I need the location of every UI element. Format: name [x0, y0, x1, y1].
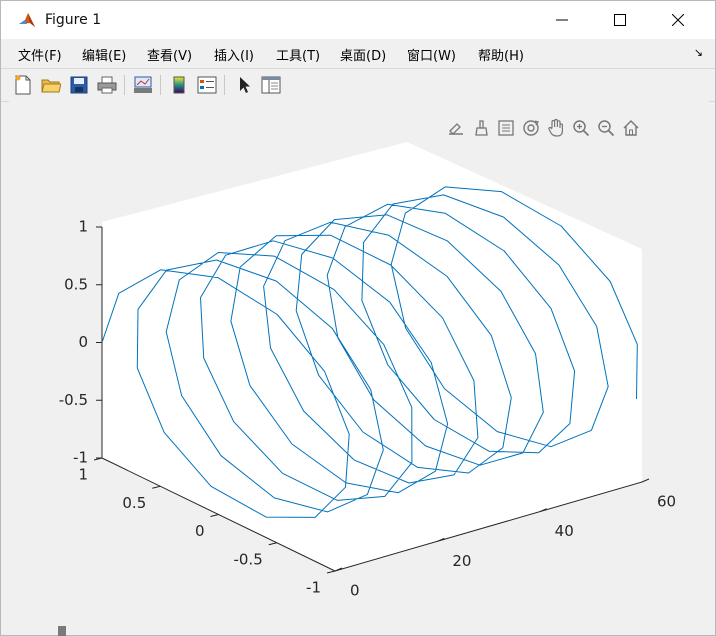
menu-help[interactable]: 帮助(H) [478, 45, 524, 64]
pan-icon[interactable] [545, 117, 567, 139]
zoom-out-icon[interactable] [595, 117, 617, 139]
dock-arrow-icon[interactable]: ↘ [694, 46, 703, 59]
y-tick-label: 1 [78, 466, 88, 484]
maximize-button[interactable] [591, 1, 649, 39]
menu-edit[interactable]: 编辑(E) [82, 45, 126, 64]
z-tick-label: 0.5 [64, 275, 88, 293]
print-icon[interactable] [96, 74, 118, 96]
figure-window: Figure 1 文件(F) 编辑(E) 查看(V) 插入(I) 工具(T) 桌… [0, 0, 716, 636]
y-tick-label: -0.5 [233, 550, 262, 568]
y-tick-label: -1 [306, 579, 321, 597]
toolbar-separator [160, 75, 161, 95]
data-tips-icon[interactable] [495, 117, 517, 139]
y-tick-mark [210, 514, 219, 517]
z-tick-label: 1 [78, 218, 88, 236]
open-file-icon[interactable] [40, 74, 62, 96]
zoom-in-icon[interactable] [570, 117, 592, 139]
figure-toolbar [1, 68, 715, 102]
colorbar-icon[interactable] [168, 74, 190, 96]
axes-background [102, 142, 642, 571]
y-tick-label: 0 [195, 522, 205, 540]
minimize-icon [556, 19, 568, 21]
y-tick-mark [152, 485, 161, 489]
x-tick-label: 20 [452, 552, 471, 570]
save-icon[interactable] [68, 74, 90, 96]
link-plot-icon[interactable] [132, 74, 154, 96]
menu-file[interactable]: 文件(F) [18, 45, 62, 64]
property-inspector-icon[interactable] [260, 74, 282, 96]
legend-icon[interactable] [196, 74, 218, 96]
y-tick-mark [326, 570, 336, 574]
x-tick-label: 60 [657, 493, 676, 511]
y-tick-label: 0.5 [122, 494, 146, 512]
menu-insert[interactable]: 插入(I) [214, 45, 254, 64]
window-title: Figure 1 [45, 12, 102, 28]
y-tick-mark [268, 542, 277, 546]
close-icon [672, 14, 684, 26]
menu-tools[interactable]: 工具(T) [276, 45, 320, 64]
new-figure-icon[interactable] [12, 74, 34, 96]
export-icon[interactable] [445, 117, 467, 139]
axes-3d-plot[interactable]: 0204060-1-0.500.51-1-0.500.51 [9, 101, 709, 626]
minimize-button[interactable] [533, 1, 591, 39]
maximize-icon [614, 14, 626, 26]
z-tick-label: -0.5 [59, 391, 88, 409]
rotate-3d-icon[interactable] [520, 117, 542, 139]
x-tick-mark [641, 478, 650, 483]
select-arrow-icon[interactable] [234, 74, 256, 96]
title-bar[interactable]: Figure 1 [1, 1, 715, 39]
matlab-logo-icon [17, 11, 37, 31]
menu-bar: 文件(F) 编辑(E) 查看(V) 插入(I) 工具(T) 桌面(D) 窗口(W… [1, 40, 715, 67]
z-tick-label: -1 [73, 449, 88, 467]
figure-canvas[interactable]: 0 20 40 60 -1 -0.5 0 0.5 1 -1 -0.5 0 0.5 1 [9, 101, 709, 626]
restore-view-icon[interactable] [620, 117, 642, 139]
x-tick-label: 40 [555, 522, 574, 540]
toolbar-separator [124, 75, 125, 95]
menu-desktop[interactable]: 桌面(D) [340, 45, 386, 64]
toolbar-separator [224, 75, 225, 95]
brush-icon[interactable] [470, 117, 492, 139]
x-tick-label: 0 [350, 582, 360, 600]
close-button[interactable] [649, 1, 707, 39]
menu-window[interactable]: 窗口(W) [407, 45, 456, 64]
z-tick-label: 0 [78, 333, 88, 351]
taskbar-fragment [58, 626, 66, 636]
menu-view[interactable]: 查看(V) [147, 45, 192, 64]
